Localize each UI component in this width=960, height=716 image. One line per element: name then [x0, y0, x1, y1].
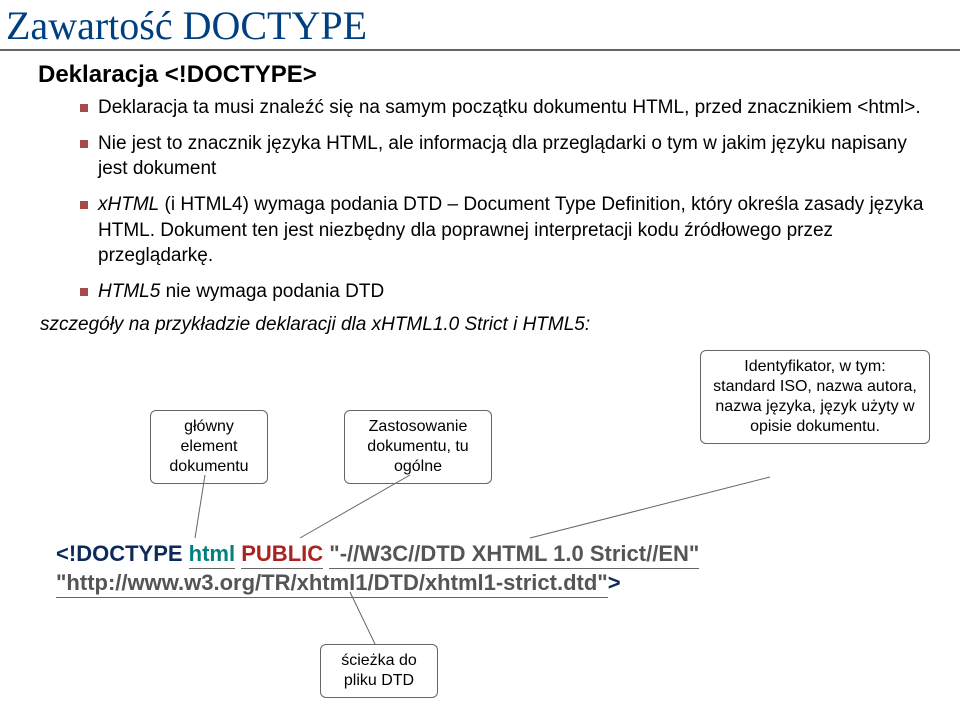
text: (i HTML4) wymaga podania DTD – Document … — [98, 194, 923, 266]
section-heading: Deklaracja <!DOCTYPE> — [0, 61, 960, 95]
code-public: PUBLIC — [241, 541, 323, 569]
code-gt: > — [608, 570, 621, 595]
code-html: html — [189, 541, 235, 569]
bullet-item: xHTML (i HTML4) wymaga podania DTD – Doc… — [80, 192, 930, 269]
code-fpi: "-//W3C//DTD XHTML 1.0 Strict//EN" — [329, 541, 699, 569]
text: nie wymaga podania DTD — [160, 281, 384, 302]
code-url: "http://www.w3.org/TR/xhtml1/DTD/xhtml1-… — [56, 570, 608, 598]
emphasis: xHTML — [98, 194, 159, 215]
code-doctype: DOCTYPE — [76, 541, 182, 566]
detail-line: szczegóły na przykładzie deklaracji dla … — [40, 314, 960, 336]
emphasis: HTML5 — [98, 281, 160, 302]
callout-identifier: Identyfikator, w tym: standard ISO, nazw… — [700, 350, 930, 444]
callout-main-element: główny element dokumentu — [150, 410, 268, 484]
callout-dtd-path: ścieżka do pliku DTD — [320, 644, 438, 698]
bullet-list: Deklaracja ta musi znaleźć się na samym … — [0, 95, 960, 304]
space — [183, 541, 189, 566]
doctype-code: <!DOCTYPE html PUBLIC "-//W3C//DTD XHTML… — [56, 540, 699, 597]
code-lt: <! — [56, 541, 76, 566]
callout-application: Zastosowanie dokumentu, tu ogólne — [344, 410, 492, 484]
bullet-item: Nie jest to znacznik języka HTML, ale in… — [80, 131, 930, 182]
page-title: Zawartość DOCTYPE — [0, 0, 960, 51]
bullet-item: HTML5 nie wymaga podania DTD — [80, 279, 930, 305]
bullet-item: Deklaracja ta musi znaleźć się na samym … — [80, 95, 930, 121]
